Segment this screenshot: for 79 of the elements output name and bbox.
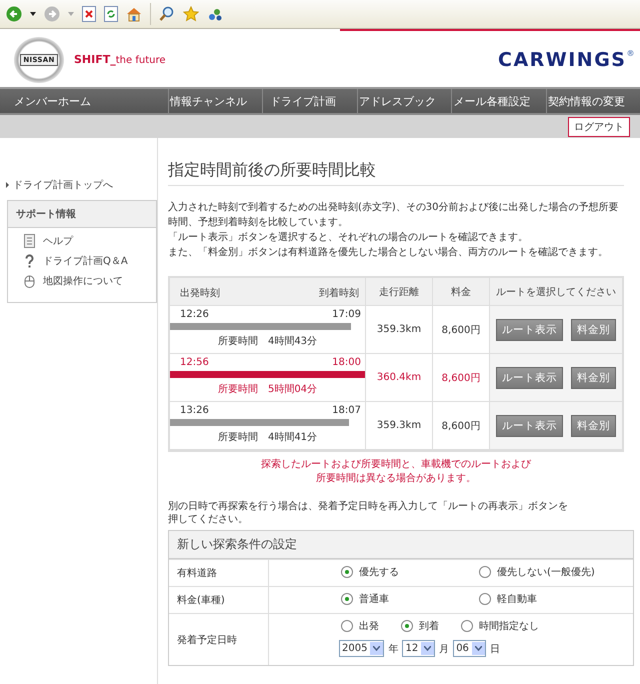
distance-cell: 359.3km xyxy=(366,306,432,354)
brand-tagline: SHIFT_the future xyxy=(74,53,166,66)
page-title: 指定時間前後の所要時間比較 xyxy=(168,160,624,186)
description-text: 「ルート表示」ボタンを選択すると、それぞれの場合のルートを確認できます。 xyxy=(168,230,529,245)
column-header: 走行距離 xyxy=(366,277,432,306)
forward-icon[interactable] xyxy=(44,6,60,22)
panel-title: サポート情報 xyxy=(8,201,156,228)
column-header: 到着時刻 xyxy=(319,286,359,300)
show-route-button[interactable]: ルート表示 xyxy=(496,366,563,388)
option-label: 軽自動車 xyxy=(497,592,537,606)
back-icon[interactable] xyxy=(6,6,22,22)
description-text: 入力された時刻で到着するための出発時刻(赤文字)、その30分前および後に出発した場合の予想所要時間、予想到着時刻を比較しています。 xyxy=(168,200,620,230)
nav-tab[interactable]: メール各種設定 xyxy=(451,89,546,113)
support-link[interactable]: ヘルプ xyxy=(43,234,73,248)
radio-button[interactable] xyxy=(341,593,353,605)
option-label: 優先しない(一般優先) xyxy=(497,566,595,579)
option-label: 普通車 xyxy=(359,592,389,606)
column-header: ルートを選択してください xyxy=(490,277,623,306)
field-label: 有料道路 xyxy=(169,560,269,586)
instruction-text: 別の日時で再探索を行う場合は、発着予定日時を再入力して「ルートの再表示」ボタンを 押してください。 xyxy=(168,500,569,526)
radio-button[interactable] xyxy=(479,566,491,578)
nav-tab[interactable]: メンバーホーム xyxy=(0,89,168,113)
stop-icon[interactable] xyxy=(82,6,96,22)
arrival-time: 18:00 xyxy=(332,356,361,369)
travel-time: 所要時間 4時間43分 xyxy=(216,334,318,349)
unit-label: 年 xyxy=(388,642,398,656)
fee-route-button[interactable]: 料金別 xyxy=(571,366,616,388)
show-route-button[interactable]: ルート表示 xyxy=(496,414,563,436)
radio-button[interactable] xyxy=(479,593,491,605)
document-icon xyxy=(24,234,35,248)
fee-route-button[interactable]: 料金別 xyxy=(571,318,616,340)
select-field[interactable]: 2005 xyxy=(339,640,384,657)
search-icon[interactable] xyxy=(159,6,175,22)
departure-time: 13:26 xyxy=(180,404,209,417)
option-label: 出発 xyxy=(359,620,379,633)
warning-text: 探索したルートおよび所要時間と、車載機でのルートおよび 所要時間は異なる場合があります。 xyxy=(260,458,532,486)
service-logo[interactable]: CARWINGS® xyxy=(498,48,636,70)
select-field[interactable]: 12 xyxy=(402,640,436,657)
travel-time: 所要時間 5時間04分 xyxy=(216,382,318,397)
option-label: 到着 xyxy=(419,620,439,633)
bullet-icon xyxy=(6,182,9,188)
unit-label: 日 xyxy=(490,642,500,656)
radio-button[interactable] xyxy=(401,620,413,632)
fee-route-button[interactable]: 料金別 xyxy=(571,414,616,436)
drive-plan-link[interactable]: ドライブ計画トップへ xyxy=(13,178,113,192)
select-field[interactable]: 06 xyxy=(453,640,486,657)
arrival-time: 18:07 xyxy=(332,404,361,417)
unit-label: 月 xyxy=(439,642,450,656)
media-icon[interactable] xyxy=(207,6,223,22)
dropdown-icon[interactable] xyxy=(30,12,36,16)
description-text: また、「料金別」ボタンは有料道路を優先した場合としない場合、両方のルートを確認できます。 xyxy=(168,246,609,260)
field-label: 発着予定日時 xyxy=(169,614,269,665)
show-route-button[interactable]: ルート表示 xyxy=(496,318,563,340)
radio-button[interactable] xyxy=(341,566,353,578)
star-icon[interactable] xyxy=(183,6,199,22)
radio-button[interactable] xyxy=(341,620,353,632)
nav-tab[interactable]: 情報チャンネル xyxy=(168,89,262,113)
travel-time: 所要時間 4時間41分 xyxy=(216,430,318,445)
departure-time: 12:26 xyxy=(180,308,209,321)
field-label: 料金(車種) xyxy=(169,587,269,613)
departure-time: 12:56 xyxy=(180,356,209,369)
support-link[interactable]: ドライブ計画Q＆A xyxy=(43,254,128,268)
home-icon[interactable] xyxy=(126,6,142,22)
mouse-icon xyxy=(24,274,35,288)
support-link[interactable]: 地図操作について xyxy=(43,274,123,288)
nav-tab[interactable]: 契約情報の変更 xyxy=(546,89,640,113)
form-title: 新しい探索条件の設定 xyxy=(169,531,633,559)
logout-button[interactable]: ログアウト xyxy=(568,116,630,136)
distance-cell: 360.4km xyxy=(366,354,432,402)
nav-tab[interactable]: ドライブ計画 xyxy=(262,89,357,113)
question-icon xyxy=(24,254,35,268)
column-header: 出発時刻 xyxy=(180,286,220,300)
nav-tab[interactable]: アドレスブック xyxy=(356,89,452,113)
column-header: 料金 xyxy=(432,277,490,306)
option-label: 優先する xyxy=(359,566,399,579)
refresh-icon[interactable] xyxy=(104,6,118,22)
radio-button[interactable] xyxy=(461,620,473,632)
arrival-time: 17:09 xyxy=(332,308,361,321)
option-label: 時間指定なし xyxy=(479,620,539,633)
